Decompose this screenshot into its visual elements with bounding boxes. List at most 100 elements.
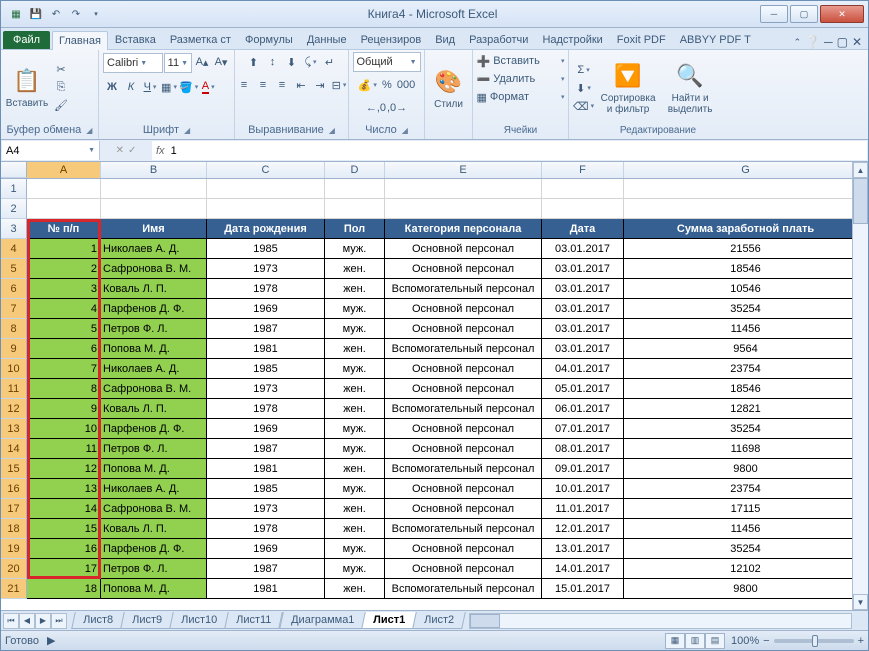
cell-sum[interactable]: 35254: [624, 419, 868, 439]
cell-sum[interactable]: 9800: [624, 579, 868, 599]
cell-number[interactable]: 8: [27, 379, 101, 399]
row-header[interactable]: 20: [1, 559, 27, 579]
cell-date[interactable]: 05.01.2017: [542, 379, 624, 399]
cell[interactable]: [207, 179, 325, 199]
name-box[interactable]: A4▼: [2, 141, 100, 160]
cell-dob[interactable]: 1969: [207, 539, 325, 559]
cell-sum[interactable]: 21556: [624, 239, 868, 259]
cell-name[interactable]: Сафронова В. М.: [101, 259, 207, 279]
cell-dob[interactable]: 1973: [207, 259, 325, 279]
sheet-tab[interactable]: Лист2: [412, 612, 466, 629]
doc-close-icon[interactable]: ✕: [852, 35, 862, 49]
cell-dob[interactable]: 1978: [207, 279, 325, 299]
cell-sum[interactable]: 12102: [624, 559, 868, 579]
cell-sex[interactable]: жен.: [325, 259, 385, 279]
row-header[interactable]: 17: [1, 499, 27, 519]
autosum-icon[interactable]: Σ▾: [573, 61, 594, 79]
cell-cat[interactable]: Основной персонал: [385, 419, 542, 439]
sheet-tab[interactable]: Лист9: [120, 612, 174, 629]
cell-number[interactable]: 13: [27, 479, 101, 499]
insert-cells-button[interactable]: ➕Вставить▾: [477, 52, 565, 70]
cell-date[interactable]: 14.01.2017: [542, 559, 624, 579]
cell-name[interactable]: Попова М. Д.: [101, 339, 207, 359]
zoom-in-icon[interactable]: +: [858, 635, 864, 647]
cell-sex[interactable]: муж.: [325, 559, 385, 579]
cell-name[interactable]: Парфенов Д. Ф.: [101, 539, 207, 559]
row-header[interactable]: 6: [1, 279, 27, 299]
row-header[interactable]: 13: [1, 419, 27, 439]
cell-cat[interactable]: Основной персонал: [385, 499, 542, 519]
cell-number[interactable]: 16: [27, 539, 101, 559]
delete-cells-button[interactable]: ➖Удалить▾: [477, 70, 565, 88]
sheet-tab[interactable]: Диаграмма1: [279, 612, 366, 629]
tab-file[interactable]: Файл: [3, 31, 50, 49]
cell-sex[interactable]: жен.: [325, 379, 385, 399]
cell-cat[interactable]: Основной персонал: [385, 259, 542, 279]
cell-dob[interactable]: 1981: [207, 459, 325, 479]
tab-foxit[interactable]: Foxit PDF: [610, 30, 673, 49]
row-header[interactable]: 16: [1, 479, 27, 499]
row-header[interactable]: 7: [1, 299, 27, 319]
macro-icon[interactable]: ▶: [47, 634, 55, 647]
col-header-A[interactable]: A: [27, 162, 101, 178]
cell-name[interactable]: Петров Ф. Л.: [101, 439, 207, 459]
increase-indent-icon[interactable]: ⇥: [311, 76, 329, 94]
cell-name[interactable]: Петров Ф. Л.: [101, 319, 207, 339]
cell-cat[interactable]: Вспомогательный персонал: [385, 519, 542, 539]
clear-icon[interactable]: ⌫▾: [573, 97, 594, 115]
cell-sum[interactable]: 12821: [624, 399, 868, 419]
font-name-combo[interactable]: Calibri▼: [103, 53, 163, 73]
cell-date[interactable]: 03.01.2017: [542, 339, 624, 359]
page-break-view-icon[interactable]: ▤: [705, 633, 725, 649]
tab-data[interactable]: Данные: [300, 30, 354, 49]
cell-dob[interactable]: 1987: [207, 319, 325, 339]
cell-cat[interactable]: Вспомогательный персонал: [385, 339, 542, 359]
row-header[interactable]: 9: [1, 339, 27, 359]
align-right-icon[interactable]: ≡: [273, 76, 291, 94]
worksheet-grid[interactable]: A B C D E F G 123№ п/пИмяДата рожденияПо…: [1, 162, 868, 610]
cell-date[interactable]: 03.01.2017: [542, 319, 624, 339]
cell-name[interactable]: Попова М. Д.: [101, 579, 207, 599]
cell-dob[interactable]: 1978: [207, 399, 325, 419]
row-header[interactable]: 10: [1, 359, 27, 379]
row-header[interactable]: 21: [1, 579, 27, 599]
col-header-D[interactable]: D: [325, 162, 385, 178]
cell-dob[interactable]: 1981: [207, 579, 325, 599]
cell[interactable]: [542, 179, 624, 199]
shrink-font-icon[interactable]: A▾: [212, 53, 230, 71]
sheet-first-icon[interactable]: ⏮: [3, 613, 19, 629]
qat-customize-icon[interactable]: ▾: [87, 5, 105, 23]
fill-icon[interactable]: ⬇▾: [573, 79, 594, 97]
cell-sum[interactable]: 35254: [624, 539, 868, 559]
number-format-combo[interactable]: Общий▼: [353, 52, 421, 72]
maximize-button[interactable]: ▢: [790, 5, 818, 23]
cell-sex[interactable]: муж.: [325, 319, 385, 339]
sheet-tab[interactable]: Лист10: [169, 612, 229, 629]
cell-name[interactable]: Попова М. Д.: [101, 459, 207, 479]
dialog-launcher-icon[interactable]: ◢: [329, 126, 335, 135]
cell-sex[interactable]: жен.: [325, 519, 385, 539]
tab-abbyy[interactable]: ABBYY PDF T: [673, 30, 758, 49]
paste-button[interactable]: 📋 Вставить: [5, 55, 49, 121]
cell[interactable]: [542, 199, 624, 219]
cell-number[interactable]: 5: [27, 319, 101, 339]
row-header[interactable]: 1: [1, 179, 27, 199]
cell-cat[interactable]: Основной персонал: [385, 299, 542, 319]
cell-date[interactable]: 07.01.2017: [542, 419, 624, 439]
cell-number[interactable]: 6: [27, 339, 101, 359]
cell-name[interactable]: Парфенов Д. Ф.: [101, 299, 207, 319]
cell-name[interactable]: Коваль Л. П.: [101, 399, 207, 419]
cell[interactable]: [101, 179, 207, 199]
align-left-icon[interactable]: ≡: [235, 76, 253, 94]
cell-cat[interactable]: Основной персонал: [385, 539, 542, 559]
cell-dob[interactable]: 1987: [207, 439, 325, 459]
tab-layout[interactable]: Разметка ст: [163, 30, 238, 49]
zoom-thumb[interactable]: [812, 635, 818, 647]
cell-name[interactable]: Николаев А. Д.: [101, 479, 207, 499]
cell-dob[interactable]: 1985: [207, 479, 325, 499]
cell-dob[interactable]: 1969: [207, 419, 325, 439]
cell[interactable]: [385, 179, 542, 199]
tab-developer[interactable]: Разработчи: [462, 30, 535, 49]
cell-number[interactable]: 12: [27, 459, 101, 479]
cell-cat[interactable]: Основной персонал: [385, 359, 542, 379]
